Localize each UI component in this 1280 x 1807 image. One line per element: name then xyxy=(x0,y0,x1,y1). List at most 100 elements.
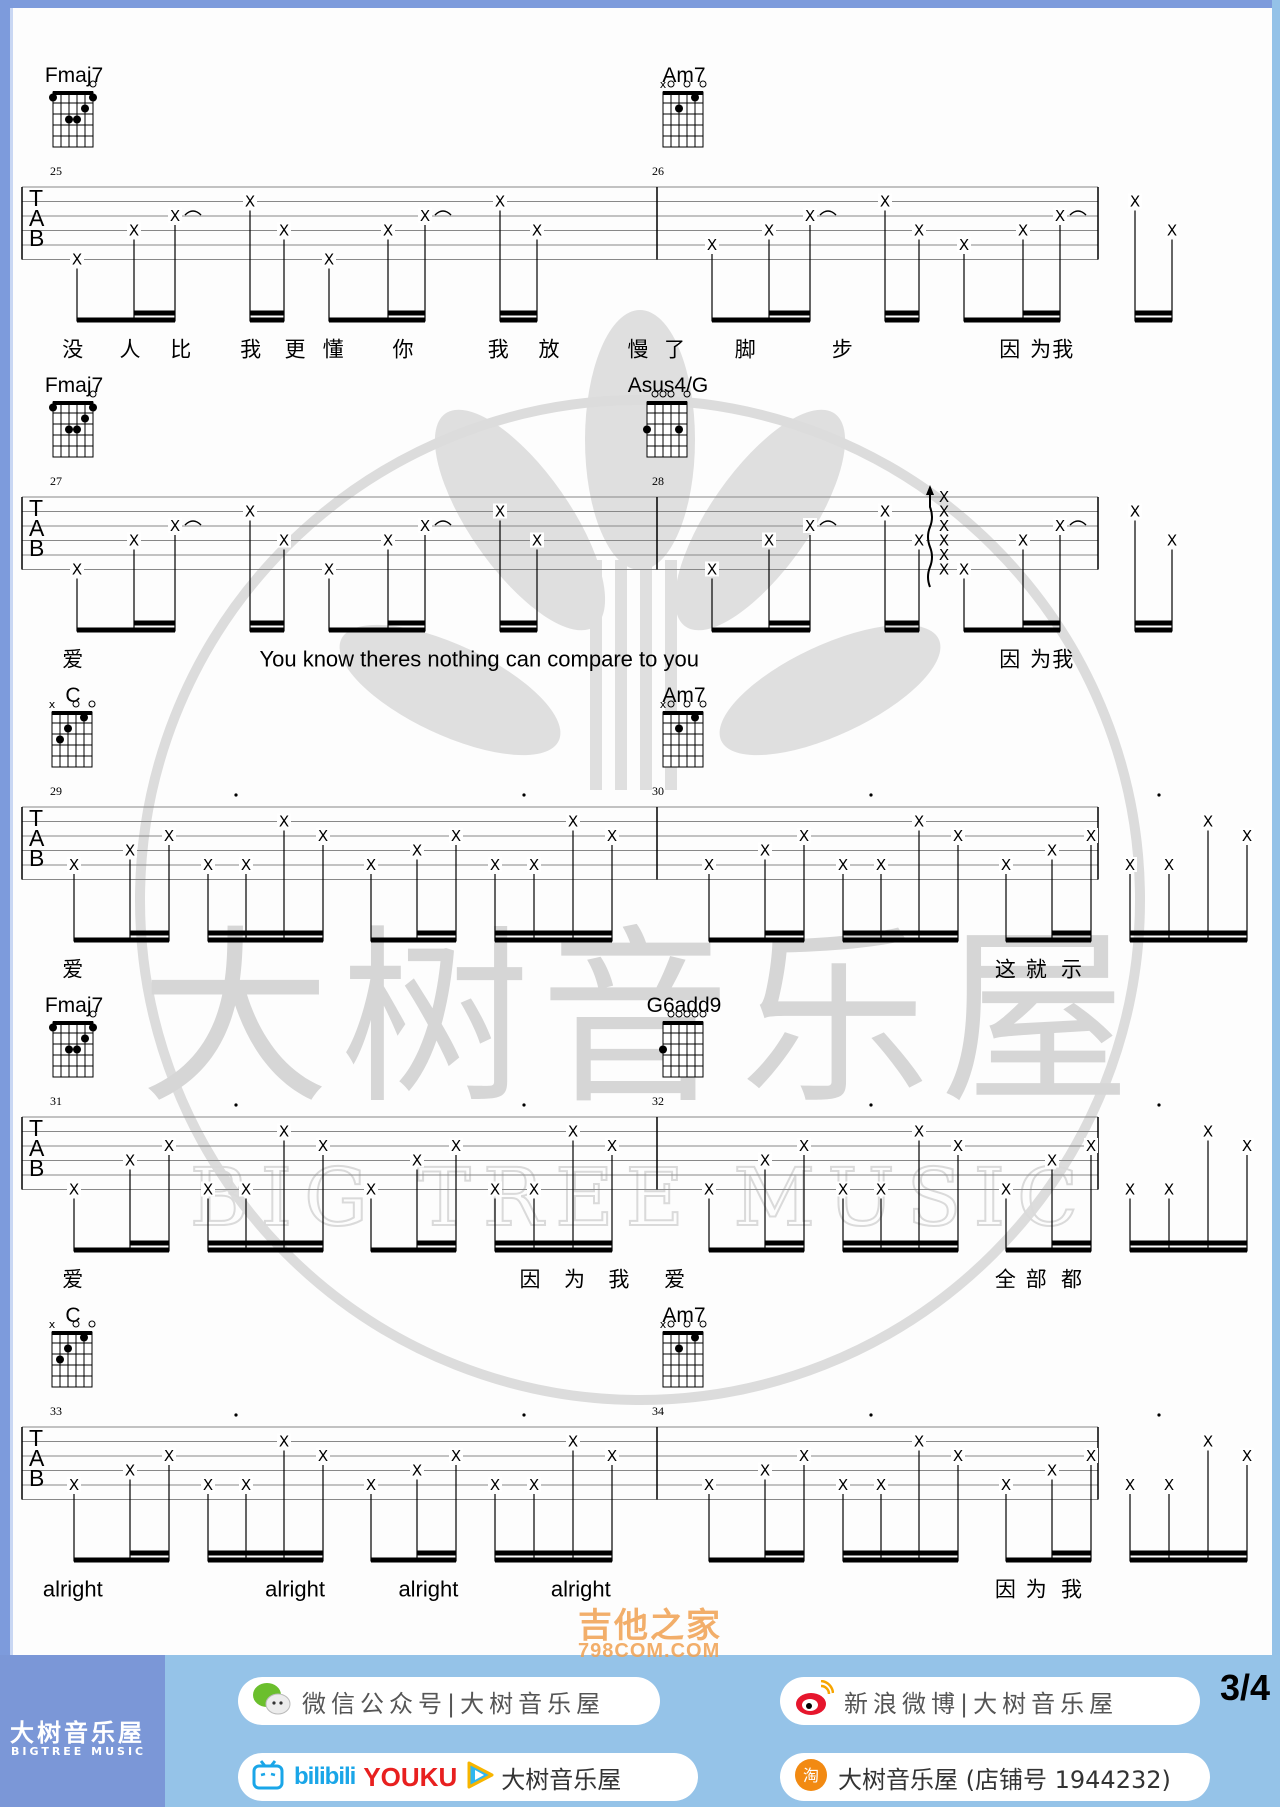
finger-dot xyxy=(81,414,89,423)
lyric: 示 xyxy=(1061,958,1082,982)
lyric: 了 xyxy=(664,338,685,362)
dead-note: X xyxy=(838,1476,848,1494)
beam-secondary xyxy=(1052,1550,1091,1556)
beat-dot xyxy=(522,1103,526,1107)
chord-diagram: G6add9 xyxy=(647,994,721,1078)
beam-secondary xyxy=(1130,930,1247,936)
beam-primary xyxy=(371,1557,456,1563)
dead-note: X xyxy=(1001,1181,1011,1199)
dead-note: X xyxy=(451,1137,461,1155)
dead-note: X xyxy=(953,1447,963,1465)
dead-note: X xyxy=(529,1181,539,1199)
lyric: 爱 xyxy=(62,1268,83,1292)
taobao-store-label: 大树音乐屋 (店铺号 1944232) xyxy=(838,1765,1171,1794)
beam-secondary xyxy=(417,1550,456,1556)
beam-secondary xyxy=(130,1240,169,1246)
beam-secondary xyxy=(1130,1240,1247,1246)
finger-dot xyxy=(691,713,699,722)
dead-note: X xyxy=(568,813,578,831)
beam-primary xyxy=(709,1557,804,1563)
dead-note: X xyxy=(245,193,255,211)
lyric: 为 xyxy=(1030,648,1051,672)
beam-primary xyxy=(1006,937,1091,943)
dead-note: X xyxy=(1047,842,1057,860)
arpeggio-arrowhead xyxy=(926,485,934,495)
dead-note: X xyxy=(318,827,328,845)
chord-diagram: Am7x xyxy=(660,684,707,768)
dead-note: X xyxy=(1203,1123,1213,1141)
dead-note: X xyxy=(568,1433,578,1451)
finger-dot xyxy=(81,1034,89,1043)
chord-name: Fmaj7 xyxy=(45,64,103,87)
dead-note: X xyxy=(799,827,809,845)
tencent-video-icon xyxy=(465,1760,495,1794)
lyric: 部 xyxy=(1026,1268,1047,1292)
dead-note: X xyxy=(72,251,82,269)
finger-dot xyxy=(73,425,81,434)
beam-primary xyxy=(495,1247,612,1253)
dead-note: X xyxy=(1167,222,1177,240)
tie-arc xyxy=(819,210,837,216)
beat-dot xyxy=(522,1413,526,1417)
lyric: 因 xyxy=(999,338,1020,362)
beam-secondary xyxy=(134,310,175,316)
beam-secondary xyxy=(769,310,810,316)
beam-primary xyxy=(500,317,537,323)
dead-note: X xyxy=(953,827,963,845)
muted-string-marker: x xyxy=(49,1318,56,1331)
dead-note: X xyxy=(1047,1462,1057,1480)
lyric: 我 xyxy=(1052,338,1073,362)
dead-note: X xyxy=(495,193,505,211)
finger-dot xyxy=(56,1355,64,1364)
beam-secondary xyxy=(500,310,537,316)
video-channel-label: 大树音乐屋 xyxy=(501,1765,622,1794)
dead-note: X xyxy=(1242,1447,1252,1465)
lyric: 我 xyxy=(240,338,261,362)
beam-secondary xyxy=(1135,620,1172,626)
measure-number: 28 xyxy=(652,474,664,488)
dead-note: X xyxy=(1086,1447,1096,1465)
bilibili-tv-icon xyxy=(252,1760,284,1794)
measure-number: 30 xyxy=(652,784,664,798)
dead-note: X xyxy=(279,1123,289,1141)
tie-arc xyxy=(434,520,452,526)
video-platforms-pill[interactable]: bilibili YOUKU 大树音乐屋 xyxy=(238,1753,698,1801)
lyric: 我 xyxy=(608,1268,629,1292)
dead-note: X xyxy=(607,827,617,845)
tab-system: TAB31Fmaj7XXXX XXXXXXX XXX32G6add9XXXX XXXX… xyxy=(21,994,1254,1292)
beam-secondary xyxy=(208,1240,323,1246)
beam-secondary xyxy=(388,620,425,626)
lyric: 爱 xyxy=(664,1268,685,1292)
finger-dot xyxy=(675,724,683,733)
beam-secondary xyxy=(1052,1240,1091,1246)
dead-note: X xyxy=(939,561,949,579)
finger-dot xyxy=(643,425,651,434)
page-number: 3/4 xyxy=(1219,1667,1270,1708)
beam-primary xyxy=(74,1247,169,1253)
dead-note: X xyxy=(1130,503,1140,521)
dead-note: X xyxy=(1018,222,1028,240)
beam-secondary xyxy=(765,1240,804,1246)
measure-number: 26 xyxy=(652,164,664,178)
taobao-pill[interactable]: 淘 大树音乐屋 (店铺号 1944232) xyxy=(780,1753,1210,1801)
dead-note: X xyxy=(799,1137,809,1155)
finger-dot xyxy=(89,93,97,102)
finger-dot xyxy=(81,104,89,113)
finger-dot xyxy=(675,104,683,113)
weibo-pill[interactable]: 新浪微博|大树音乐屋 xyxy=(780,1677,1200,1725)
beam-primary xyxy=(1130,1247,1247,1253)
dead-note: X xyxy=(69,1181,79,1199)
weibo-label: 新浪微博|大树音乐屋 xyxy=(844,1689,1119,1718)
dead-note: X xyxy=(490,856,500,874)
beam-primary xyxy=(495,1557,612,1563)
lyric: 爱 xyxy=(62,958,83,982)
beam-secondary xyxy=(388,310,425,316)
chord-diagram: Asus4/G xyxy=(628,374,708,458)
tie-arc xyxy=(434,210,452,216)
dead-note: X xyxy=(203,1476,213,1494)
beam-secondary xyxy=(843,930,958,936)
lyric: 因 xyxy=(995,1578,1016,1602)
chord-diagram: Fmaj7 xyxy=(45,64,103,148)
wechat-pill[interactable]: 微信公众号|大树音乐屋 xyxy=(238,1677,660,1725)
lyric: 比 xyxy=(170,338,191,362)
